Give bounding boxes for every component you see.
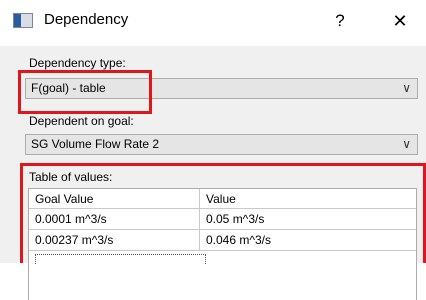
table-of-values-label: Table of values: — [29, 170, 113, 184]
help-button[interactable]: ? — [328, 6, 352, 36]
values-table[interactable]: Goal Value Value 0.0001 m^3/s 0.05 m^3/s… — [28, 188, 417, 300]
table-cell[interactable]: 0.046 m^3/s — [200, 230, 416, 251]
dependent-on-goal-label: Dependent on goal: — [29, 114, 134, 128]
window-icon — [13, 13, 33, 28]
chevron-down-icon: ∨ — [402, 137, 411, 151]
table-cell[interactable]: 0.05 m^3/s — [200, 209, 416, 230]
dependency-type-value: F(goal) - table — [31, 81, 106, 95]
table-row[interactable]: 0.00237 m^3/s 0.046 m^3/s — [29, 230, 416, 251]
dependent-on-goal-value: SG Volume Flow Rate 2 — [31, 137, 160, 151]
column-header-value[interactable]: Value — [200, 189, 416, 209]
table-cell[interactable]: 0.0001 m^3/s — [29, 209, 200, 230]
column-header-goal-value[interactable]: Goal Value — [29, 189, 200, 209]
window-title: Dependency — [44, 11, 129, 28]
close-button[interactable]: ✕ — [386, 6, 414, 36]
dependent-on-goal-select[interactable]: SG Volume Flow Rate 2 ∨ — [25, 134, 418, 155]
dependency-type-select[interactable]: F(goal) - table ∨ — [25, 78, 418, 99]
chevron-down-icon: ∨ — [402, 81, 411, 95]
title-bar: Dependency ? ✕ — [0, 0, 426, 46]
table-cell[interactable]: 0.00237 m^3/s — [29, 230, 200, 251]
table-row[interactable]: 0.0001 m^3/s 0.05 m^3/s — [29, 209, 416, 230]
dependency-type-label: Dependency type: — [29, 56, 126, 70]
